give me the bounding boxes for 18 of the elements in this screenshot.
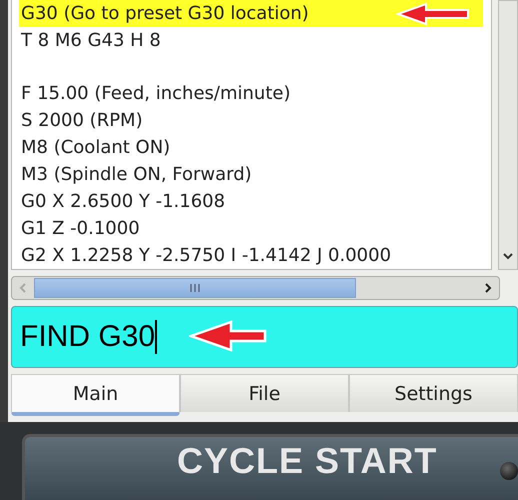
- vertical-scrollbar[interactable]: [498, 0, 518, 270]
- tab[interactable]: Main: [11, 374, 180, 416]
- program-line[interactable]: T 8 M6 G43 H 8: [21, 27, 161, 54]
- program-line[interactable]: G0 X 2.6500 Y -1.1608: [21, 188, 226, 215]
- command-input-field[interactable]: FIND G30: [11, 306, 518, 368]
- cycle-start-button[interactable]: CYCLE START: [22, 434, 518, 500]
- arrow-icon: [189, 319, 269, 353]
- program-line[interactable]: M3 (Spindle ON, Forward): [21, 161, 252, 188]
- program-line[interactable]: G2 X 1.2258 Y -2.5750 I -1.4142 J 0.0000: [21, 242, 392, 269]
- program-line[interactable]: G1 Z -0.1000: [21, 215, 140, 242]
- tab[interactable]: File: [180, 374, 349, 412]
- horizontal-scrollbar[interactable]: [11, 276, 500, 300]
- program-line[interactable]: S 2000 (RPM): [21, 107, 143, 134]
- grip-icon: [190, 284, 200, 292]
- program-line[interactable]: M8 (Coolant ON): [21, 134, 170, 161]
- program-line[interactable]: F 15.00 (Feed, inches/minute): [21, 80, 290, 107]
- scrollbar-thumb[interactable]: [34, 278, 356, 298]
- tab[interactable]: Settings: [349, 374, 518, 412]
